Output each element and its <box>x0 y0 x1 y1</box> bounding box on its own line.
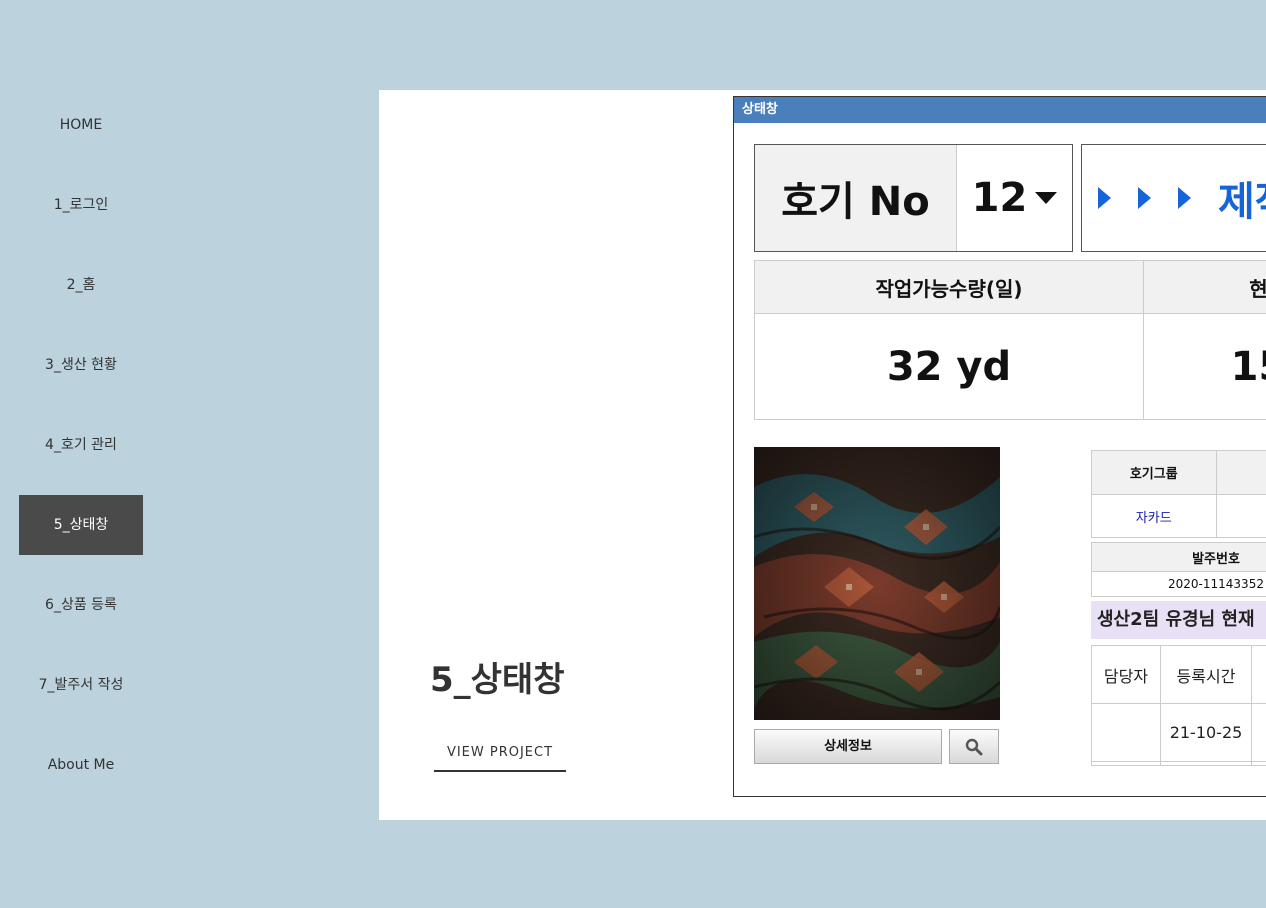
empty-cell <box>1251 761 1266 766</box>
machine-number-select[interactable]: 12 <box>957 145 1072 251</box>
workable-quantity-value: 32 yd <box>754 313 1144 420</box>
width-header: 폭 <box>1215 450 1266 495</box>
status-window-screenshot: 상태창 호기 No 12 제작 작업가능수량(일) 현 32 yd 15 <box>733 96 1266 797</box>
team-status-banner: 생산2팀 유경님 현재 <box>1091 601 1266 639</box>
sidebar-item-home[interactable]: HOME <box>19 95 143 155</box>
window-titlebar: 상태창 <box>734 97 1266 123</box>
sidebar-item-purchase-order[interactable]: 7_발주서 작성 <box>19 655 143 715</box>
manager-cell <box>1091 703 1161 762</box>
sidebar-item-main[interactable]: 2_홈 <box>19 255 143 315</box>
sidebar-item-about-me[interactable]: About Me <box>19 735 143 795</box>
machine-group-table: 호기그룹 폭 자카드 폭 5 <box>1091 450 1266 538</box>
search-button[interactable] <box>949 729 999 764</box>
empty-cell <box>1160 761 1252 766</box>
search-icon <box>965 738 983 755</box>
play-arrow-icon <box>1178 187 1191 209</box>
caret-down-icon <box>1035 192 1058 204</box>
sidebar-item-machine-management[interactable]: 4_호기 관리 <box>19 415 143 475</box>
machine-group-value: 자카드 <box>1091 494 1217 538</box>
product-fabric-image <box>754 447 1000 720</box>
sidebar-item-login[interactable]: 1_로그인 <box>19 175 143 235</box>
empty-cell <box>1091 761 1161 766</box>
project-title: 5_상태창 <box>430 660 565 700</box>
workable-quantity-header: 작업가능수량(일) <box>754 260 1144 314</box>
machine-number-box: 호기 No 12 <box>754 144 1073 252</box>
registered-time-cell: 21-10-25 <box>1160 703 1252 762</box>
width-value: 폭 5 <box>1215 494 1266 538</box>
current-quantity-header: 현 <box>1143 260 1266 314</box>
order-number-value: 2020-11143352 <box>1091 571 1266 597</box>
detail-info-button[interactable]: 상세정보 <box>754 729 942 764</box>
sidebar-item-production-status[interactable]: 3_생산 현황 <box>19 335 143 395</box>
machine-number-label: 호기 No <box>755 145 957 251</box>
order-number-header: 발주번호 <box>1091 542 1266 572</box>
play-arrow-icon <box>1138 187 1151 209</box>
sidebar-item-status-window[interactable]: 5_상태창 <box>19 495 143 555</box>
current-quantity-value: 15 <box>1143 313 1266 420</box>
sidebar-nav: HOME 1_로그인 2_홈 3_생산 현황 4_호기 관리 5_상태창 6_상… <box>19 95 143 815</box>
production-status-box: 제작 <box>1081 144 1266 252</box>
view-project-link[interactable]: VIEW PROJECT <box>434 742 566 772</box>
table-row: 21-10-25 <box>1091 703 1266 762</box>
play-arrow-icon <box>1098 187 1111 209</box>
registered-time-header: 등록시간 <box>1160 645 1252 704</box>
order-number-table: 발주번호 2020-11143352 <box>1091 542 1266 597</box>
manager-header: 담당자 <box>1091 645 1161 704</box>
machine-group-header: 호기그룹 <box>1091 450 1217 495</box>
machine-number-value: 12 <box>971 175 1028 221</box>
project-card: 5_상태창 VIEW PROJECT 상태창 호기 No 12 제작 작업가능수… <box>379 90 1266 820</box>
sidebar-item-product-registration[interactable]: 6_상품 등록 <box>19 575 143 635</box>
log-extra-header <box>1251 645 1266 704</box>
quantity-table: 작업가능수량(일) 현 32 yd 15 <box>754 260 1266 420</box>
table-row <box>1091 761 1266 766</box>
log-extra-cell <box>1251 703 1266 762</box>
work-log-table: 담당자 등록시간 21-10-25 <box>1091 645 1266 766</box>
production-status-text: 제작 <box>1218 179 1266 225</box>
